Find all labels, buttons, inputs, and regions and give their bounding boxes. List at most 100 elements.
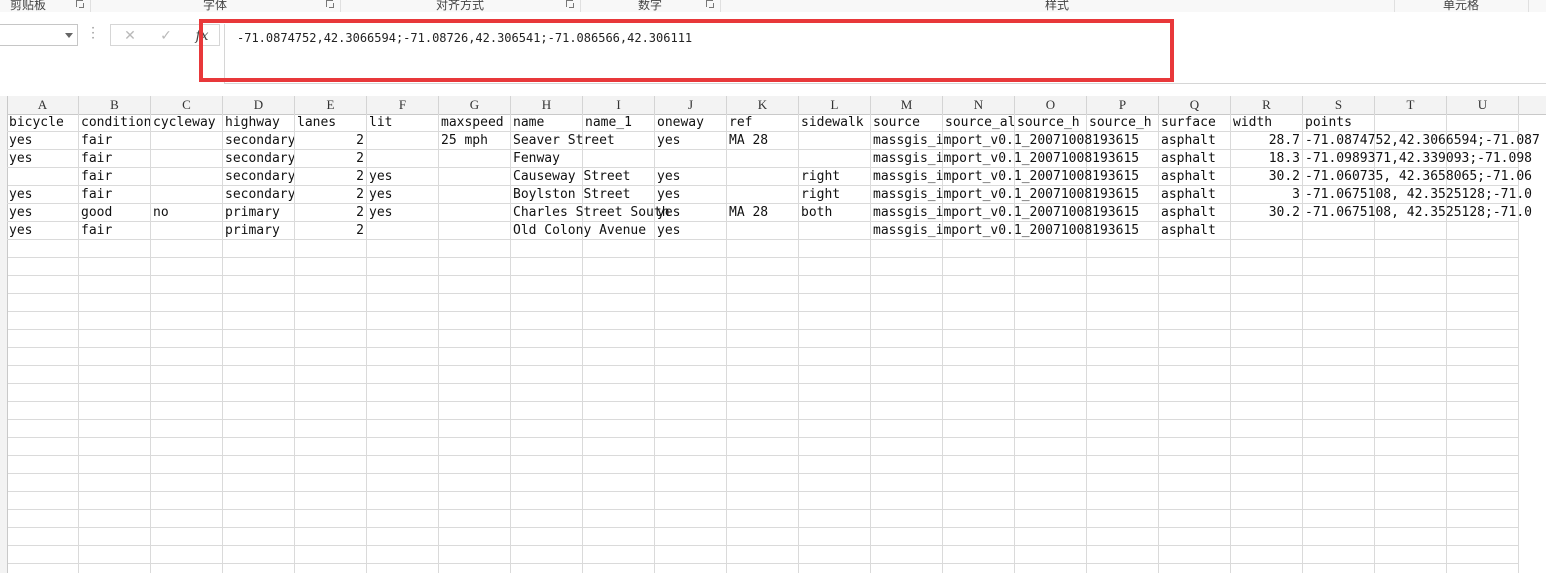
cell[interactable] bbox=[295, 258, 367, 276]
cell[interactable] bbox=[367, 222, 439, 240]
cell[interactable]: -71.0874752,42.3066594;-71.087 bbox=[1303, 132, 1540, 150]
cell[interactable] bbox=[799, 330, 871, 348]
cell[interactable]: yes bbox=[7, 222, 79, 240]
cell[interactable] bbox=[1375, 366, 1447, 384]
cell[interactable] bbox=[439, 258, 511, 276]
cell[interactable] bbox=[1231, 510, 1303, 528]
cell[interactable] bbox=[583, 276, 655, 294]
cell[interactable] bbox=[295, 474, 367, 492]
cell[interactable] bbox=[1015, 564, 1087, 573]
cell[interactable] bbox=[871, 384, 943, 402]
cell[interactable] bbox=[1159, 420, 1231, 438]
cell[interactable] bbox=[1015, 474, 1087, 492]
cell[interactable] bbox=[1087, 438, 1159, 456]
cell[interactable] bbox=[1447, 330, 1519, 348]
cell[interactable]: 2 bbox=[295, 150, 367, 168]
cell[interactable] bbox=[799, 402, 871, 420]
cell[interactable] bbox=[871, 366, 943, 384]
cell[interactable] bbox=[655, 510, 727, 528]
cell[interactable]: 2 bbox=[295, 186, 367, 204]
cell[interactable]: highway bbox=[223, 114, 295, 132]
cell[interactable]: -71.060735, 42.3658065;-71.06 bbox=[1303, 168, 1532, 186]
cell[interactable] bbox=[799, 276, 871, 294]
column-header-u[interactable]: U bbox=[1447, 96, 1519, 114]
cell[interactable] bbox=[1015, 312, 1087, 330]
cell[interactable] bbox=[79, 312, 151, 330]
cell[interactable] bbox=[1375, 114, 1447, 132]
cell[interactable] bbox=[1159, 312, 1231, 330]
cell[interactable] bbox=[1375, 312, 1447, 330]
cell[interactable] bbox=[151, 240, 223, 258]
cell[interactable] bbox=[1231, 222, 1303, 240]
cell[interactable]: primary bbox=[223, 222, 295, 240]
cell[interactable] bbox=[727, 294, 799, 312]
cell[interactable] bbox=[511, 330, 583, 348]
cell[interactable] bbox=[7, 528, 79, 546]
cell[interactable] bbox=[223, 276, 295, 294]
cell[interactable] bbox=[655, 258, 727, 276]
cell[interactable] bbox=[1231, 330, 1303, 348]
cell[interactable]: cycleway bbox=[151, 114, 223, 132]
cell[interactable] bbox=[871, 258, 943, 276]
cell[interactable] bbox=[1303, 456, 1375, 474]
cell[interactable] bbox=[1087, 366, 1159, 384]
fx-icon[interactable]: fx bbox=[189, 27, 215, 45]
cell[interactable] bbox=[7, 438, 79, 456]
column-header-h[interactable]: H bbox=[511, 96, 583, 114]
enter-icon[interactable]: ✓ bbox=[153, 27, 179, 45]
cell[interactable] bbox=[223, 564, 295, 573]
cell[interactable] bbox=[511, 312, 583, 330]
cell[interactable] bbox=[1087, 348, 1159, 366]
cell[interactable] bbox=[1231, 384, 1303, 402]
column-header-n[interactable]: N bbox=[943, 96, 1015, 114]
cell[interactable]: Causeway Street bbox=[511, 168, 630, 186]
cell[interactable] bbox=[799, 564, 871, 573]
cell[interactable] bbox=[439, 168, 511, 186]
cell[interactable] bbox=[295, 366, 367, 384]
cell[interactable] bbox=[79, 564, 151, 573]
cell[interactable] bbox=[367, 510, 439, 528]
cell[interactable] bbox=[1303, 366, 1375, 384]
cell[interactable] bbox=[655, 438, 727, 456]
cell[interactable] bbox=[295, 564, 367, 573]
cell[interactable] bbox=[511, 240, 583, 258]
cell[interactable] bbox=[727, 186, 799, 204]
cell[interactable] bbox=[1015, 456, 1087, 474]
cell[interactable] bbox=[511, 366, 583, 384]
cell[interactable] bbox=[583, 312, 655, 330]
cell[interactable] bbox=[295, 438, 367, 456]
cell[interactable]: fair bbox=[79, 150, 151, 168]
cell[interactable] bbox=[511, 456, 583, 474]
cell[interactable] bbox=[151, 510, 223, 528]
cell[interactable] bbox=[7, 420, 79, 438]
cell[interactable] bbox=[727, 510, 799, 528]
cell[interactable] bbox=[727, 456, 799, 474]
cell[interactable] bbox=[583, 366, 655, 384]
cell[interactable] bbox=[1087, 510, 1159, 528]
cell[interactable]: 25 mph bbox=[439, 132, 511, 150]
cell[interactable]: no bbox=[151, 204, 223, 222]
cell[interactable] bbox=[439, 474, 511, 492]
cell[interactable] bbox=[1447, 240, 1519, 258]
cell[interactable]: 2 bbox=[295, 132, 367, 150]
cell[interactable]: 2 bbox=[295, 204, 367, 222]
cell[interactable]: Old Colony Avenue bbox=[511, 222, 646, 240]
cell[interactable]: surface bbox=[1159, 114, 1231, 132]
cell[interactable] bbox=[799, 132, 871, 150]
cell[interactable] bbox=[943, 528, 1015, 546]
cell[interactable] bbox=[1231, 402, 1303, 420]
column-header-b[interactable]: B bbox=[79, 96, 151, 114]
cell[interactable]: -71.0675108, 42.3525128;-71.0 bbox=[1303, 186, 1532, 204]
cell[interactable] bbox=[727, 492, 799, 510]
cell[interactable]: yes bbox=[655, 204, 727, 222]
cell[interactable] bbox=[799, 384, 871, 402]
cell[interactable] bbox=[799, 348, 871, 366]
cell[interactable] bbox=[655, 492, 727, 510]
cell[interactable] bbox=[1375, 546, 1447, 564]
cell[interactable] bbox=[1087, 456, 1159, 474]
cell[interactable] bbox=[295, 456, 367, 474]
cell[interactable]: condition bbox=[79, 114, 151, 132]
cell[interactable] bbox=[151, 312, 223, 330]
cell[interactable] bbox=[511, 420, 583, 438]
cell[interactable] bbox=[871, 240, 943, 258]
